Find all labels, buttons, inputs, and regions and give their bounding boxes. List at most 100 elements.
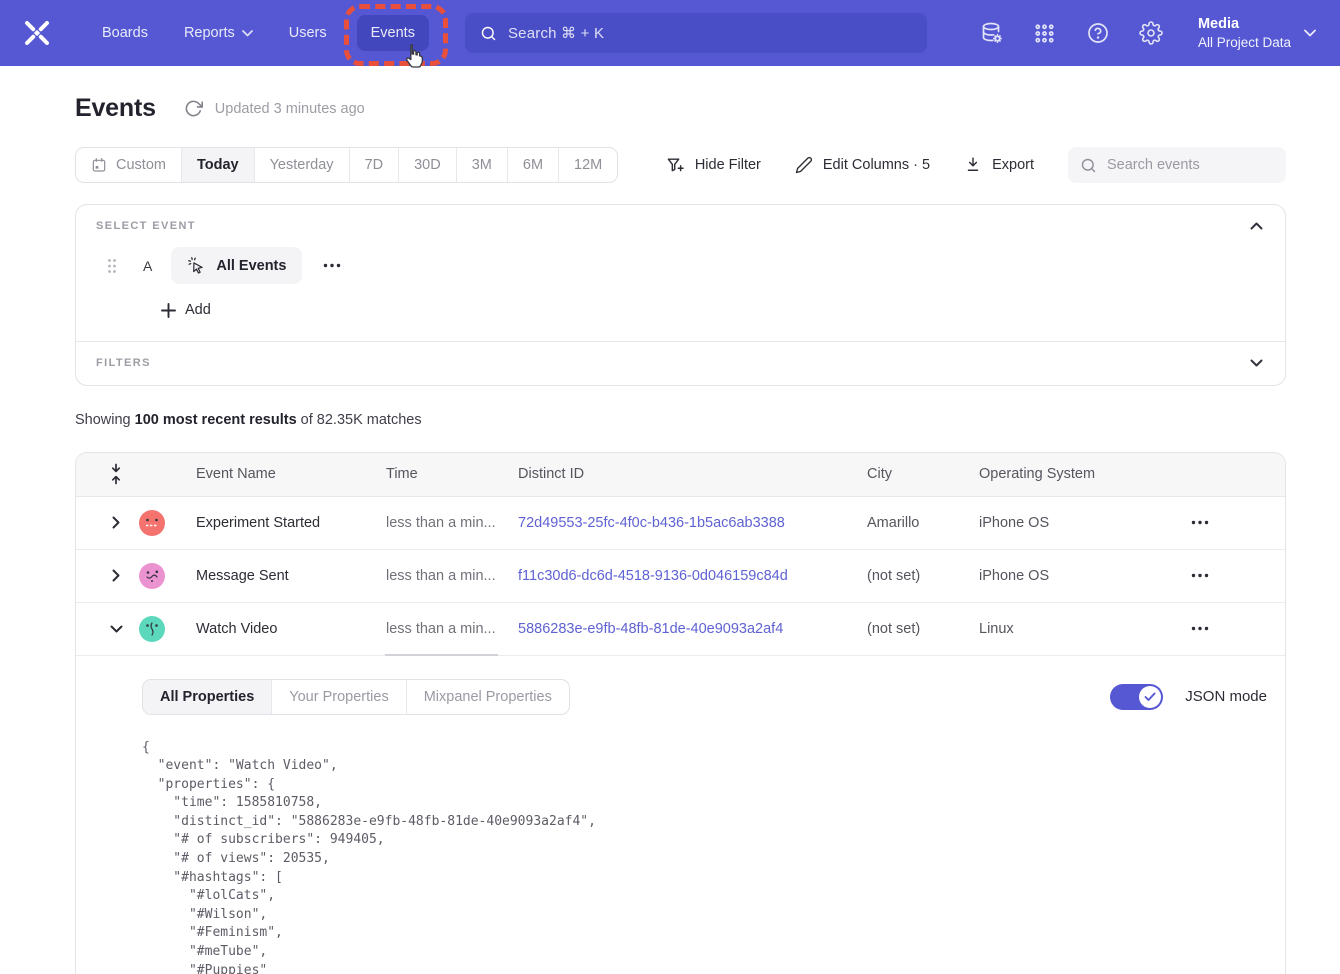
date-option-7d[interactable]: 7D [350,148,400,182]
nav-item-boards[interactable]: Boards [88,15,162,51]
cell-os: iPhone OS [979,568,1169,584]
row-more-options-button[interactable] [1169,520,1286,525]
column-header-time[interactable]: Time [386,466,518,482]
row-more-options-button[interactable] [1169,626,1286,631]
chevron-up-icon [1250,222,1263,230]
ellipsis-icon [1191,520,1209,525]
global-search-placeholder: Search ⌘ + K [508,24,604,42]
cell-city: (not set) [867,568,979,584]
collapse-select-event-button[interactable] [1248,220,1265,232]
edit-columns-button[interactable]: Edit Columns · 5 [795,156,930,174]
table-row[interactable]: Experiment Started less than a min... 72… [76,497,1285,550]
project-scope: All Project Data [1198,34,1291,52]
tab-mixpanel-properties[interactable]: Mixpanel Properties [407,680,569,714]
results-summary-suffix: of 82.35K matches [297,412,422,428]
magic-cursor-icon [187,256,206,275]
filters-label: FILTERS [96,357,151,369]
drag-handle-icon[interactable] [107,258,117,274]
export-button[interactable]: Export [964,156,1034,174]
query-builder-card: SELECT EVENT A [75,204,1286,386]
nav-item-events[interactable]: Events [357,15,429,51]
tab-all-properties[interactable]: All Properties [143,680,272,714]
cell-city: Amarillo [867,515,979,531]
column-header-os[interactable]: Operating System [979,466,1169,482]
refresh-icon [184,99,203,118]
expand-filters-button[interactable] [1248,357,1265,369]
table-row[interactable]: Message Sent less than a min... f11c30d6… [76,550,1285,603]
nav-item-reports[interactable]: Reports [170,15,267,51]
table-header-row: Event Name Time Distinct ID City Operati… [76,453,1285,497]
hide-filter-button[interactable]: Hide Filter [666,156,761,175]
date-option-label: Yesterday [270,157,334,173]
cell-time: less than a min... [386,515,518,531]
nav-item-label: Boards [102,25,148,41]
event-row: A All Events [96,247,1265,284]
event-detail-panel: All Properties Your Properties Mixpanel … [76,656,1285,974]
row-collapse-button[interactable] [96,625,136,633]
search-events-input[interactable]: Search events [1068,147,1286,183]
nav-item-users[interactable]: Users [275,15,341,51]
row-more-options-button[interactable] [1169,573,1286,578]
date-option-3m[interactable]: 3M [457,148,508,182]
nav-item-label: Users [289,25,327,41]
column-header-distinct-id[interactable]: Distinct ID [518,466,867,482]
tab-your-properties[interactable]: Your Properties [272,680,406,714]
edit-columns-label: Edit Columns · 5 [823,157,930,173]
event-avatar [139,510,165,536]
events-table: Event Name Time Distinct ID City Operati… [75,452,1286,974]
date-option-12m[interactable]: 12M [559,148,617,182]
apps-grid-icon[interactable] [1033,21,1057,45]
project-selector[interactable]: Media All Project Data [1198,15,1316,52]
column-header-event-name[interactable]: Event Name [196,466,386,482]
export-label: Export [992,157,1034,173]
event-row-index: A [143,258,152,274]
toggle-knob [1139,686,1161,708]
chevron-down-icon [242,30,253,37]
results-summary-count: 100 most recent results [135,412,297,428]
date-option-30d[interactable]: 30D [399,148,457,182]
cell-event-name: Experiment Started [196,515,386,531]
results-summary: Showing 100 most recent results of 82.35… [75,412,1286,428]
refresh-button[interactable] [184,99,203,118]
cell-os: iPhone OS [979,515,1169,531]
add-event-button[interactable]: Add [161,302,211,318]
cell-city: (not set) [867,621,979,637]
search-icon [480,25,497,42]
date-option-today[interactable]: Today [182,148,255,182]
table-row-expanded[interactable]: Watch Video less than a min... 5886283e-… [76,603,1285,656]
date-option-label: 7D [365,157,384,173]
date-option-label: 3M [472,157,492,173]
data-management-icon[interactable] [980,21,1004,45]
properties-tabs: All Properties Your Properties Mixpanel … [142,679,570,715]
download-icon [964,156,982,174]
event-more-options-button[interactable] [319,259,345,272]
event-json-view: { "event": "Watch Video", "properties": … [142,739,1267,974]
ellipsis-icon [1191,626,1209,631]
mixpanel-logo[interactable] [22,18,52,48]
cell-time: less than a min... [386,568,518,584]
event-selector-pill[interactable]: All Events [171,247,302,284]
cell-distinct-id-link[interactable]: 5886283e-e9fb-48fb-81de-40e9093a2af4 [518,621,867,637]
global-search-input[interactable]: Search ⌘ + K [465,13,927,53]
date-option-6m[interactable]: 6M [508,148,559,182]
row-expand-button[interactable] [96,516,136,529]
cell-os: Linux [979,621,1169,637]
checkmark-icon [1144,692,1156,702]
json-mode-toggle[interactable] [1110,684,1163,710]
sort-icon[interactable] [110,463,122,485]
date-option-label: 6M [523,157,543,173]
cell-distinct-id-link[interactable]: f11c30d6-dc6d-4518-9136-0d046159c84d [518,568,867,584]
date-option-label: Today [197,157,239,173]
date-option-yesterday[interactable]: Yesterday [255,148,350,182]
ellipsis-icon [1191,573,1209,578]
results-summary-prefix: Showing [75,412,135,428]
date-option-custom[interactable]: Custom [76,148,182,182]
ellipsis-icon [323,263,341,268]
chevron-right-icon [112,569,120,582]
date-option-label: 12M [574,157,602,173]
column-header-city[interactable]: City [867,466,979,482]
help-icon[interactable] [1086,21,1110,45]
settings-gear-icon[interactable] [1139,21,1163,45]
cell-distinct-id-link[interactable]: 72d49553-25fc-4f0c-b436-1b5ac6ab3388 [518,515,867,531]
row-expand-button[interactable] [96,569,136,582]
